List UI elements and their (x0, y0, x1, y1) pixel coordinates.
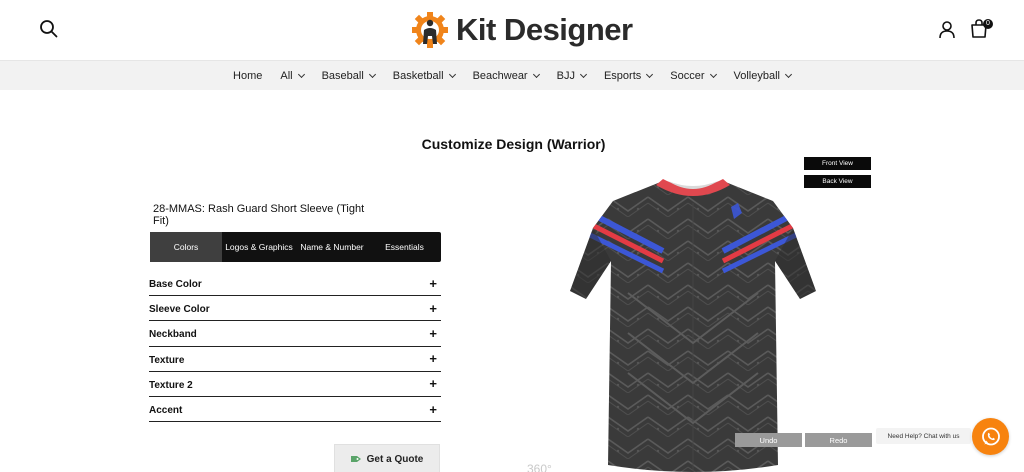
customizer-tabs: Colors Logos & Graphics Name & Number Es… (150, 232, 441, 262)
front-view-button[interactable]: Front View (804, 157, 871, 170)
tab-name-number[interactable]: Name & Number (296, 232, 368, 262)
gear-person-logo-icon (412, 12, 448, 48)
nav-item-label: Basketball (392, 69, 444, 82)
nav-item-esports[interactable]: Esports (595, 70, 661, 82)
whatsapp-icon (981, 427, 1000, 445)
option-label: Base Color (149, 279, 202, 291)
plus-icon: + (429, 376, 437, 392)
search-icon[interactable] (39, 19, 59, 39)
plus-icon: + (429, 300, 437, 316)
shirt-preview[interactable] (568, 173, 818, 472)
undo-button[interactable]: Undo (735, 433, 802, 447)
main-nav: Home All Baseball Basketball Beachwear B… (0, 60, 1024, 90)
cart-count-badge: 0 (983, 19, 993, 29)
chevron-down-icon (448, 70, 456, 78)
logo-text: Kit Designer (456, 12, 633, 47)
product-name: 28-MMAS: Rash Guard Short Sleeve (Tight … (153, 203, 365, 227)
option-neckband[interactable]: Neckband + (149, 321, 441, 347)
account-icon[interactable] (938, 20, 956, 40)
chevron-down-icon (579, 70, 587, 78)
nav-item-label: Esports (603, 69, 642, 82)
price-tag-icon (350, 456, 361, 462)
plus-icon: + (429, 401, 437, 417)
option-label: Neckband (149, 329, 197, 341)
chevron-down-icon (646, 70, 654, 78)
plus-icon: + (429, 351, 437, 367)
chevron-down-icon (297, 70, 305, 78)
nav-item-baseball[interactable]: Baseball (313, 70, 384, 82)
nav-item-home[interactable]: Home (224, 70, 271, 82)
rotate-360-label[interactable]: 360° (527, 462, 552, 472)
chevron-down-icon (532, 70, 540, 78)
nav-item-label: Soccer (670, 69, 705, 82)
nav-item-beachwear[interactable]: Beachwear (464, 70, 548, 82)
whatsapp-chat-button[interactable] (972, 418, 1009, 455)
plus-icon: + (429, 275, 437, 291)
nav-item-label: Volleyball (733, 69, 780, 82)
option-label: Texture (149, 354, 185, 366)
chat-help-label[interactable]: Need Help? Chat with us (876, 428, 971, 444)
tab-logos-graphics[interactable]: Logos & Graphics (222, 232, 296, 262)
plus-icon: + (429, 325, 437, 341)
chevron-down-icon (784, 70, 793, 78)
get-a-quote-label: Get a Quote (366, 453, 424, 465)
option-label: Texture 2 (149, 379, 193, 391)
chevron-down-icon (368, 70, 376, 78)
nav-item-label: BJJ (556, 69, 575, 82)
nav-item-label: Baseball (321, 69, 364, 82)
option-base-color[interactable]: Base Color + (149, 271, 441, 297)
tab-essentials[interactable]: Essentials (368, 232, 441, 262)
option-label: Sleeve Color (149, 304, 210, 316)
nav-item-all[interactable]: All (271, 70, 312, 82)
page-title: Customize Design (Warrior) (421, 136, 606, 152)
site-header: Kit Designer 0 (0, 0, 1024, 60)
color-options-list: Base Color + Sleeve Color + Neckband + T… (149, 271, 441, 423)
option-accent[interactable]: Accent + (149, 397, 441, 423)
nav-item-label: Beachwear (472, 69, 528, 82)
redo-button[interactable]: Redo (805, 433, 872, 447)
tab-colors[interactable]: Colors (150, 232, 222, 262)
nav-item-soccer[interactable]: Soccer (661, 70, 724, 82)
nav-item-basketball[interactable]: Basketball (384, 70, 464, 82)
chevron-down-icon (709, 70, 717, 78)
nav-item-bjj[interactable]: BJJ (548, 70, 595, 82)
nav-item-label: All (280, 69, 293, 82)
get-a-quote-button[interactable]: Get a Quote (334, 444, 440, 472)
option-sleeve-color[interactable]: Sleeve Color + (149, 296, 441, 322)
option-texture[interactable]: Texture + (149, 347, 441, 372)
option-label: Accent (149, 405, 183, 417)
option-texture-2[interactable]: Texture 2 + (149, 372, 441, 397)
nav-item-label: Home (233, 69, 263, 82)
site-logo[interactable]: Kit Designer (410, 8, 633, 52)
nav-item-volleyball[interactable]: Volleyball (725, 70, 800, 82)
